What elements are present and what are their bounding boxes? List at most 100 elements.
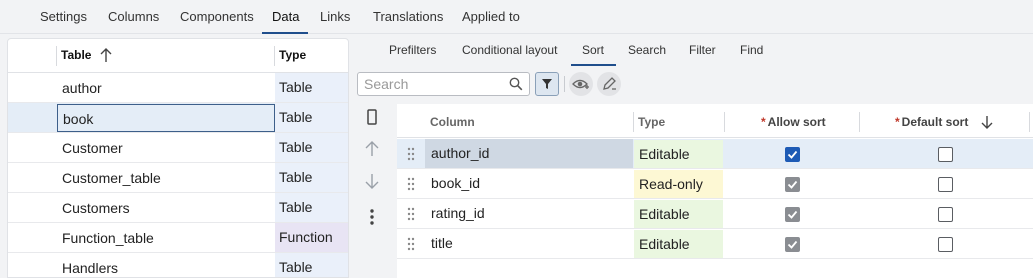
column-separator [56, 46, 57, 66]
default-sort-header-label: Default sort [901, 115, 969, 129]
tab-translations[interactable]: Translations [373, 9, 443, 24]
column-name: author_id [425, 139, 633, 168]
table-row[interactable]: rating_id Editable [397, 199, 1033, 229]
default-sort-checkbox[interactable] [938, 207, 953, 222]
table-row[interactable]: Customer_table Table [8, 163, 348, 193]
check-icon [787, 180, 798, 189]
table-row[interactable]: author Table [8, 73, 348, 103]
table-name: author [62, 80, 102, 96]
table-name: Function_table [62, 230, 154, 246]
type-column-header[interactable]: Type [279, 48, 306, 62]
required-marker: * [761, 115, 766, 129]
column-type: Editable [634, 200, 723, 228]
table-row[interactable]: book Table [8, 103, 348, 133]
edit-button[interactable] [597, 72, 621, 96]
tab-components[interactable]: Components [180, 9, 254, 24]
table-name: Customers [62, 200, 130, 216]
table-type: Table [275, 193, 348, 222]
check-icon [787, 210, 798, 219]
allow-sort-checkbox[interactable] [785, 207, 800, 222]
column-type: Editable [634, 140, 723, 168]
tab-applied-to[interactable]: Applied to [462, 9, 520, 24]
column-separator [1029, 112, 1030, 132]
tab-prefilters[interactable]: Prefilters [389, 43, 436, 57]
search-box[interactable] [357, 72, 530, 96]
filter-icon [542, 79, 552, 89]
drag-handle-icon[interactable] [407, 147, 415, 161]
table-type: Table [275, 103, 348, 132]
table-type: Table [275, 73, 348, 102]
allow-sort-checkbox[interactable] [785, 177, 800, 192]
default-sort-header[interactable]: * Default sort [895, 115, 968, 129]
table-row[interactable]: author_id Editable [397, 139, 1033, 169]
more-icon[interactable] [362, 207, 382, 227]
top-tab-bar: Settings Columns Components Data Links T… [0, 0, 1033, 34]
drag-handle-icon[interactable] [407, 177, 415, 191]
required-marker: * [895, 115, 900, 129]
search-icon[interactable] [509, 77, 523, 91]
tab-filter[interactable]: Filter [689, 43, 716, 57]
allow-sort-checkbox[interactable] [785, 237, 800, 252]
sort-ascending-icon[interactable] [99, 46, 113, 64]
sort-table-header: Column Type * Allow sort * Default sort [397, 104, 1033, 138]
visibility-icon [572, 79, 589, 89]
column-header[interactable]: Column [430, 115, 475, 129]
active-subtab-indicator [571, 64, 616, 66]
tab-conditional-layout[interactable]: Conditional layout [462, 43, 557, 57]
tab-columns[interactable]: Columns [108, 9, 159, 24]
move-up-icon[interactable] [362, 139, 382, 159]
column-name: title [431, 235, 453, 251]
table-row[interactable]: book_id Read-only [397, 169, 1033, 199]
edit-icon [603, 77, 616, 90]
filter-button[interactable] [535, 72, 559, 96]
tab-settings[interactable]: Settings [40, 9, 87, 24]
table-type: Table [275, 163, 348, 192]
move-down-icon[interactable] [362, 171, 382, 191]
drag-handle-icon[interactable] [407, 207, 415, 221]
column-type: Editable [634, 230, 723, 258]
table-row[interactable]: Function_table Function [8, 223, 348, 253]
search-input[interactable] [364, 76, 504, 92]
table-row[interactable]: Customers Table [8, 193, 348, 223]
table-type: Table [275, 133, 348, 162]
sub-tab-bar: Prefilters Conditional layout Sort Searc… [355, 36, 1033, 66]
table-type: Table [275, 253, 348, 277]
tab-search[interactable]: Search [628, 43, 666, 57]
check-icon [787, 150, 798, 159]
table-type: Function [275, 223, 348, 252]
allow-sort-checkbox[interactable] [785, 147, 800, 162]
table-row[interactable]: Handlers Table [8, 253, 348, 277]
default-sort-checkbox[interactable] [938, 147, 953, 162]
default-sort-checkbox[interactable] [938, 177, 953, 192]
tab-sort[interactable]: Sort [582, 43, 604, 57]
toolbar-divider [564, 76, 565, 92]
table-name: Customer [62, 140, 123, 156]
drag-handle-icon[interactable] [407, 237, 415, 251]
table-row[interactable]: title Editable [397, 229, 1033, 259]
allow-sort-header-label: Allow sort [767, 115, 826, 129]
default-sort-checkbox[interactable] [938, 237, 953, 252]
select-column-icon[interactable] [362, 107, 382, 127]
column-separator [274, 46, 275, 66]
table-column-header[interactable]: Table [61, 48, 91, 62]
allow-sort-header[interactable]: * Allow sort [761, 115, 826, 129]
column-separator [859, 112, 860, 132]
tables-panel: Table Type author Table book Table Custo… [7, 38, 349, 278]
tab-find[interactable]: Find [740, 43, 763, 57]
column-type: Read-only [634, 170, 723, 198]
active-tab-indicator [262, 32, 308, 34]
type-header[interactable]: Type [638, 115, 665, 129]
column-separator [633, 112, 634, 132]
column-name: rating_id [431, 205, 485, 221]
table-name: Customer_table [62, 170, 161, 186]
sort-table: Column Type * Allow sort * Default sort au… [397, 104, 1033, 278]
table-name: Handlers [62, 260, 119, 276]
sort-descending-icon[interactable] [980, 114, 994, 130]
tables-header: Table Type [8, 39, 348, 73]
tab-data[interactable]: Data [272, 9, 299, 24]
table-row[interactable]: Customer Table [8, 133, 348, 163]
check-icon [787, 240, 798, 249]
visibility-button[interactable] [569, 72, 593, 96]
tab-links[interactable]: Links [320, 9, 350, 24]
table-name: book [57, 104, 275, 132]
